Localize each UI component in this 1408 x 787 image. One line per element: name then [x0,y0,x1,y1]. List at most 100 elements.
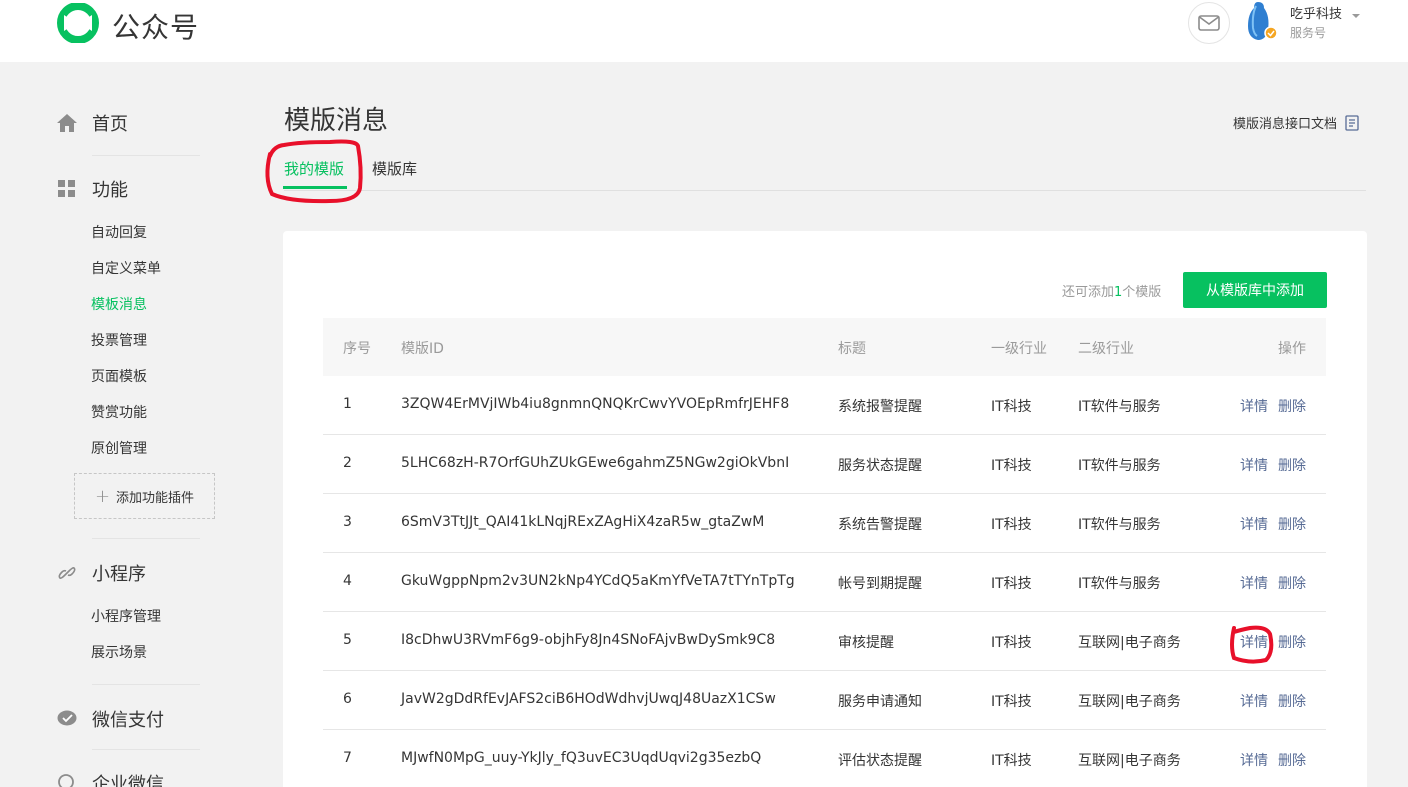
sidebar-item-features[interactable]: 功能 [56,176,128,202]
row-actions: 详情 删除 [1240,396,1306,416]
chevron-down-icon[interactable] [1352,14,1360,18]
sidebar-item-home[interactable]: 首页 [56,110,128,136]
row-industry1: IT科技 [991,635,1032,651]
page-title: 模版消息 [284,106,389,136]
add-plugin-button[interactable]: + 添加功能插件 [74,473,215,519]
detail-link[interactable]: 详情 [1240,576,1268,592]
add-from-library-button[interactable]: 从模版库中添加 [1183,272,1327,308]
table-row: 5 I8cDhwU3RVmF6g9-objhFy8Jn4SNoFAjvBwDyS… [323,612,1326,671]
quota-suffix: 个模版 [1122,285,1162,300]
row-industry2: IT软件与服务 [1078,458,1161,474]
row-industry2: IT软件与服务 [1078,576,1161,592]
row-industry2: IT软件与服务 [1078,517,1161,533]
delete-link[interactable]: 删除 [1278,517,1306,533]
row-template-id: I8cDhwU3RVmF6g9-objhFy8Jn4SNoFAjvBwDySmk… [401,632,776,648]
sidebar-item-wecom[interactable]: 企业微信 [56,770,164,787]
tab-my-templates[interactable]: 我的模版 [284,158,344,179]
column-header-id: 模版ID [401,341,444,357]
row-industry2: 互联网|电子商务 [1078,694,1181,710]
divider [92,749,200,750]
row-industry1: IT科技 [991,399,1032,415]
sidebar-item-label: 小程序 [92,564,146,585]
doc-link[interactable]: 模版消息接口文档 [1233,113,1359,132]
sidebar-item-label: 首页 [92,114,128,135]
row-industry2: 互联网|电子商务 [1078,753,1181,769]
wechat-official-logo-icon[interactable] [56,3,100,43]
row-template-id: 5LHC68zH-R7OrfGUhZUkGEwe6gahmZ5NGw2giOkV… [401,455,790,471]
table-row: 3 6SmV3TtJJt_QAI41kLNqjRExZAgHiX4zaR5w_g… [323,494,1326,553]
table-row: 7 MJwfN0MpG_uuy-YkJly_fQ3uvEC3UqdUqvi2g3… [323,730,1326,787]
row-industry2: IT软件与服务 [1078,399,1161,415]
sidebar-item-wechat-pay[interactable]: 微信支付 [56,706,164,732]
row-title: 服务申请通知 [838,694,922,710]
row-title: 审核提醒 [838,635,894,651]
delete-link[interactable]: 删除 [1278,576,1306,592]
detail-link[interactable]: 详情 [1240,458,1268,474]
grid-icon [56,178,78,200]
mail-icon [1198,15,1220,31]
detail-link[interactable]: 详情 [1240,517,1268,533]
home-icon [56,112,78,134]
row-no: 6 [343,691,352,707]
row-template-id: MJwfN0MpG_uuy-YkJly_fQ3uvEC3UqdUqvi2g35e… [401,750,762,766]
row-no: 3 [343,514,352,530]
table-row: 4 GkuWgppNpm2v3UN2kNp4YCdQ5aKmYfVeTA7tTY… [323,553,1326,612]
active-tab-indicator [283,186,347,189]
add-plugin-label: 添加功能插件 [116,490,195,506]
row-no: 1 [343,396,352,412]
delete-link[interactable]: 删除 [1278,753,1306,769]
table-row: 2 5LHC68zH-R7OrfGUhZUkGEwe6gahmZ5NGw2giO… [323,435,1326,494]
row-actions: 详情 删除 [1240,750,1306,770]
mail-button[interactable] [1188,2,1230,44]
delete-link[interactable]: 删除 [1278,694,1306,710]
sidebar-item-miniprogram-manage[interactable]: 小程序管理 [91,606,161,626]
delete-link[interactable]: 删除 [1278,635,1306,651]
sidebar-item-auto-reply[interactable]: 自动回复 [91,222,147,242]
column-header-title: 标题 [838,341,866,357]
detail-link[interactable]: 详情 [1240,635,1268,651]
row-template-id: GkuWgppNpm2v3UN2kNp4YCdQ5aKmYfVeTA7tTYnT… [401,573,795,589]
doc-link-label: 模版消息接口文档 [1233,117,1338,132]
sidebar-item-reward[interactable]: 赞赏功能 [91,402,147,422]
divider [92,155,200,156]
column-header-no: 序号 [343,341,371,357]
sidebar-item-vote[interactable]: 投票管理 [91,330,147,350]
divider [92,538,200,539]
row-title: 服务状态提醒 [838,458,922,474]
delete-link[interactable]: 删除 [1278,458,1306,474]
tab-template-library[interactable]: 模版库 [372,158,417,179]
row-actions: 详情 删除 [1240,691,1306,711]
detail-link[interactable]: 详情 [1240,399,1268,415]
detail-link[interactable]: 详情 [1240,753,1268,769]
document-icon [1345,114,1359,131]
search-icon [56,772,78,787]
row-actions: 详情 删除 [1240,632,1306,652]
row-title: 帐号到期提醒 [838,576,922,592]
row-title: 评估状态提醒 [838,753,922,769]
row-industry1: IT科技 [991,517,1032,533]
sidebar: 首页 功能 自动回复 自定义菜单 模板消息 投票管理 页面模板 赞赏功能 原创管… [0,62,240,787]
row-industry2: 互联网|电子商务 [1078,635,1181,651]
app-name: 公众号 [112,11,200,44]
wechat-pay-icon [56,708,78,730]
row-industry1: IT科技 [991,694,1032,710]
row-no: 7 [343,750,352,766]
column-header-actions: 操作 [1278,341,1306,357]
sidebar-item-original[interactable]: 原创管理 [91,438,147,458]
sidebar-item-page-template[interactable]: 页面模板 [91,366,147,386]
account-name[interactable]: 吃乎科技 [1290,3,1342,22]
delete-link[interactable]: 删除 [1278,399,1306,415]
row-actions: 详情 删除 [1240,514,1306,534]
sidebar-item-custom-menu[interactable]: 自定义菜单 [91,258,161,278]
detail-link[interactable]: 详情 [1240,694,1268,710]
link-icon [56,562,78,584]
sidebar-item-label: 微信支付 [92,710,164,731]
avatar[interactable] [1244,0,1278,42]
sidebar-item-template-message[interactable]: 模板消息 [91,294,147,314]
row-industry1: IT科技 [991,458,1032,474]
sidebar-item-miniprogram[interactable]: 小程序 [56,560,146,586]
row-template-id: JavW2gDdRfEvJAFS2ciB6HOdWdhvjUwqJ48UazX1… [401,691,776,707]
sidebar-item-display-scene[interactable]: 展示场景 [91,642,147,662]
account-type: 服务号 [1290,26,1327,40]
row-title: 系统告警提醒 [838,517,922,533]
